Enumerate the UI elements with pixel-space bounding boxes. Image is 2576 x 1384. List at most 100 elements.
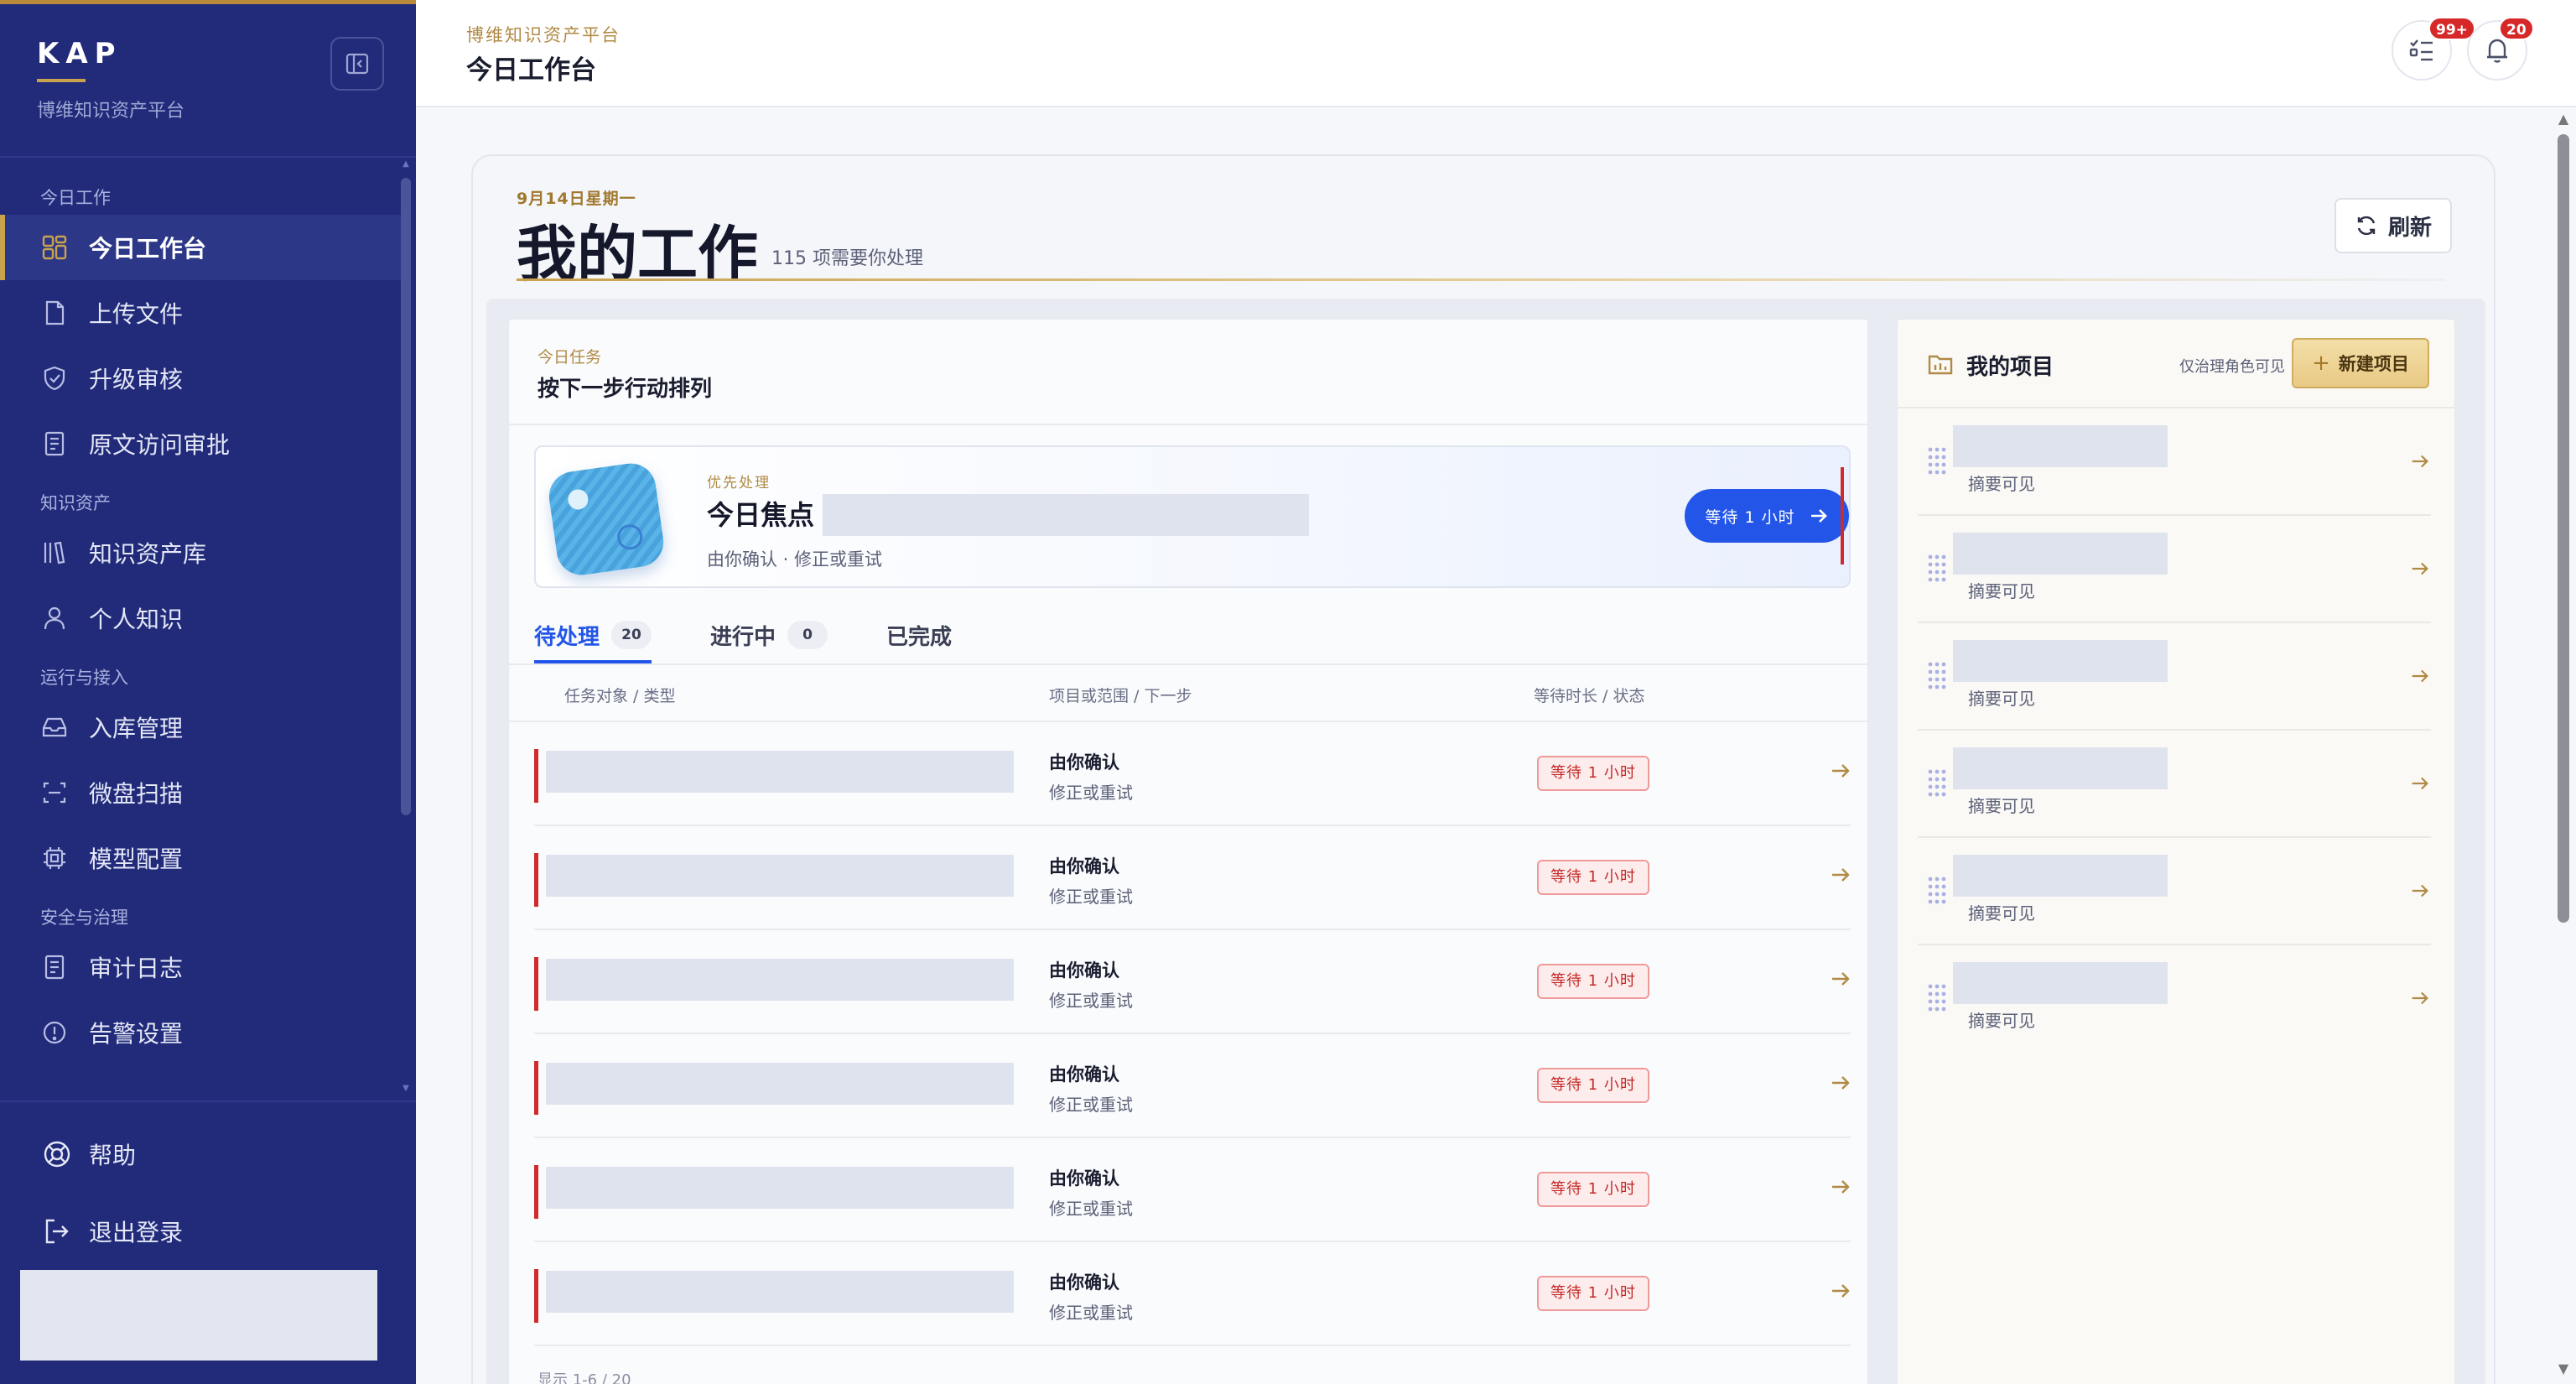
redacted-project-name	[1953, 640, 2168, 682]
tab-completed[interactable]: 已完成	[886, 611, 952, 658]
sidebar-scrollbar[interactable]	[401, 178, 411, 815]
sidebar-scroll-down[interactable]: ▼	[401, 1084, 411, 1094]
table-row[interactable]: 由你确认 修正或重试 等待 1 小时	[534, 930, 1851, 1034]
project-item[interactable]: 摘要可见	[1918, 516, 2431, 623]
focus-title: 今日焦点 ·	[707, 499, 834, 531]
folder-icon	[1928, 355, 1953, 375]
sidebar-item-workbench[interactable]: 今日工作台	[0, 215, 402, 280]
arrow-right-icon[interactable]	[1829, 1175, 1852, 1199]
sidebar-item-scan[interactable]: 微盘扫描	[0, 760, 402, 825]
table-row[interactable]: 由你确认 修正或重试 等待 1 小时	[534, 1242, 1851, 1346]
logout-button[interactable]: 退出登录	[0, 1193, 416, 1270]
sidebar-item-label: 微盘扫描	[89, 780, 184, 808]
main-scrollbar[interactable]	[2558, 134, 2569, 923]
tab-pending[interactable]: 待处理 20	[534, 611, 652, 663]
focus-action-label: 等待 1 小时	[1705, 507, 1795, 527]
project-item[interactable]: 摘要可见	[1918, 731, 2431, 838]
table-row[interactable]: 由你确认 修正或重试 等待 1 小时	[534, 722, 1851, 826]
focus-card[interactable]: 优先处理 今日焦点 · 由你确认 · 修正或重试 等待 1 小时	[534, 445, 1851, 588]
help-button[interactable]: 帮助	[0, 1116, 416, 1193]
tab-in-progress[interactable]: 进行中 0	[710, 611, 828, 658]
next-owner: 由你确认	[1049, 960, 1119, 981]
tasks-divider	[509, 424, 1867, 425]
sidebar-item-label: 审计日志	[89, 955, 184, 982]
arrow-right-icon[interactable]	[2409, 773, 2431, 794]
title-divider	[517, 278, 2445, 281]
drag-handle-icon[interactable]	[1926, 445, 1948, 476]
sidebar-scroll-up[interactable]: ▲	[401, 159, 411, 169]
drag-handle-icon[interactable]	[1926, 767, 1948, 798]
arrow-right-icon[interactable]	[1829, 1279, 1852, 1303]
refresh-label: 刷新	[2387, 215, 2432, 241]
sidebar: KAP 博维知识资产平台 今日工作 今日工作台 上传文件 升级审核 原文访问审批…	[0, 0, 416, 1384]
sidebar-item-ingest[interactable]: 入库管理	[0, 695, 402, 760]
drag-handle-icon[interactable]	[1926, 875, 1948, 905]
notifications-button[interactable]: 20	[2467, 17, 2534, 81]
arrow-right-icon[interactable]	[1829, 1071, 1852, 1095]
sidebar-nav: 今日工作 今日工作台 上传文件 升级审核 原文访问审批 知识资产 知识资产库 个…	[0, 158, 402, 1100]
sidebar-item-upload[interactable]: 上传文件	[0, 280, 402, 346]
tab-label: 已完成	[886, 624, 953, 650]
arrow-right-icon[interactable]	[2409, 665, 2431, 687]
sidebar-item-library[interactable]: 知识资产库	[0, 520, 402, 585]
focus-action-button[interactable]: 等待 1 小时	[1685, 489, 1849, 543]
table-row[interactable]: 由你确认 修正或重试 等待 1 小时	[534, 1034, 1851, 1138]
arrow-right-icon[interactable]	[2409, 987, 2431, 1009]
arrow-right-icon[interactable]	[2409, 450, 2431, 472]
project-item[interactable]: 摘要可见	[1918, 623, 2431, 731]
new-project-label: 新建项目	[2338, 354, 2409, 374]
arrow-right-icon[interactable]	[2409, 880, 2431, 902]
redacted-project-name	[1953, 425, 2168, 467]
arrow-right-icon[interactable]	[1829, 967, 1852, 991]
tab-label: 进行中	[710, 624, 776, 650]
sidebar-item-review[interactable]: 升级审核	[0, 346, 402, 411]
sidebar-item-label: 告警设置	[89, 1020, 184, 1048]
shield-icon	[40, 364, 69, 393]
tab-label: 待处理	[534, 624, 600, 650]
breadcrumb: 博维知识资产平台	[466, 25, 621, 45]
status-badge: 等待 1 小时	[1537, 964, 1649, 999]
nav-section-assets: 知识资产	[40, 493, 111, 513]
redacted-task-name	[546, 1271, 1014, 1313]
drag-handle-icon[interactable]	[1926, 982, 1948, 1012]
grid-icon	[40, 233, 69, 262]
project-summary: 摘要可见	[1968, 581, 2035, 601]
status-badge: 等待 1 小时	[1537, 1068, 1649, 1103]
next-step: 修正或重试	[1049, 991, 1133, 1011]
refresh-button[interactable]: 刷新	[2334, 198, 2452, 253]
sidebar-item-label: 入库管理	[89, 715, 184, 742]
project-item[interactable]: 摘要可见	[1918, 838, 2431, 945]
log-icon	[40, 953, 69, 981]
next-owner: 由你确认	[1049, 752, 1119, 773]
sidebar-item-audit[interactable]: 审计日志	[0, 934, 402, 1000]
table-header: 任务对象 / 类型 项目或范围 / 下一步 等待时长 / 状态	[509, 665, 1867, 721]
file-icon	[40, 299, 69, 327]
sidebar-item-personal[interactable]: 个人知识	[0, 585, 402, 651]
status-badge: 等待 1 小时	[1537, 860, 1649, 895]
arrow-right-icon[interactable]	[2409, 558, 2431, 580]
sidebar-item-models[interactable]: 模型配置	[0, 825, 402, 891]
arrow-right-icon[interactable]	[1829, 759, 1852, 783]
task-list-button[interactable]: 99+	[2392, 17, 2475, 81]
main-scroll-up[interactable]: ▲	[2556, 111, 2571, 127]
drag-handle-icon[interactable]	[1926, 660, 1948, 690]
project-item[interactable]: 摘要可见	[1918, 408, 2431, 516]
nav-section-today: 今日工作	[40, 188, 111, 208]
nav-section-ops: 运行与接入	[40, 668, 128, 688]
sidebar-item-access-approval[interactable]: 原文访问审批	[0, 411, 402, 476]
user-card[interactable]	[20, 1270, 377, 1361]
next-owner: 由你确认	[1049, 1064, 1119, 1085]
new-project-button[interactable]: + 新建项目	[2292, 338, 2429, 388]
main-scroll-down[interactable]: ▼	[2556, 1361, 2571, 1376]
collapse-sidebar-button[interactable]	[330, 37, 384, 91]
next-step: 修正或重试	[1049, 1303, 1133, 1323]
table-row[interactable]: 由你确认 修正或重试 等待 1 小时	[534, 1138, 1851, 1242]
brand-subtitle: 博维知识资产平台	[37, 101, 185, 122]
pending-count: 115 项需要你处理	[771, 248, 923, 269]
table-row[interactable]: 由你确认 修正或重试 等待 1 小时	[534, 826, 1851, 930]
project-summary: 摘要可见	[1968, 474, 2035, 494]
sidebar-item-alerts[interactable]: 告警设置	[0, 1000, 402, 1065]
project-item[interactable]: 摘要可见	[1918, 945, 2431, 1053]
arrow-right-icon[interactable]	[1829, 863, 1852, 887]
drag-handle-icon[interactable]	[1926, 553, 1948, 583]
